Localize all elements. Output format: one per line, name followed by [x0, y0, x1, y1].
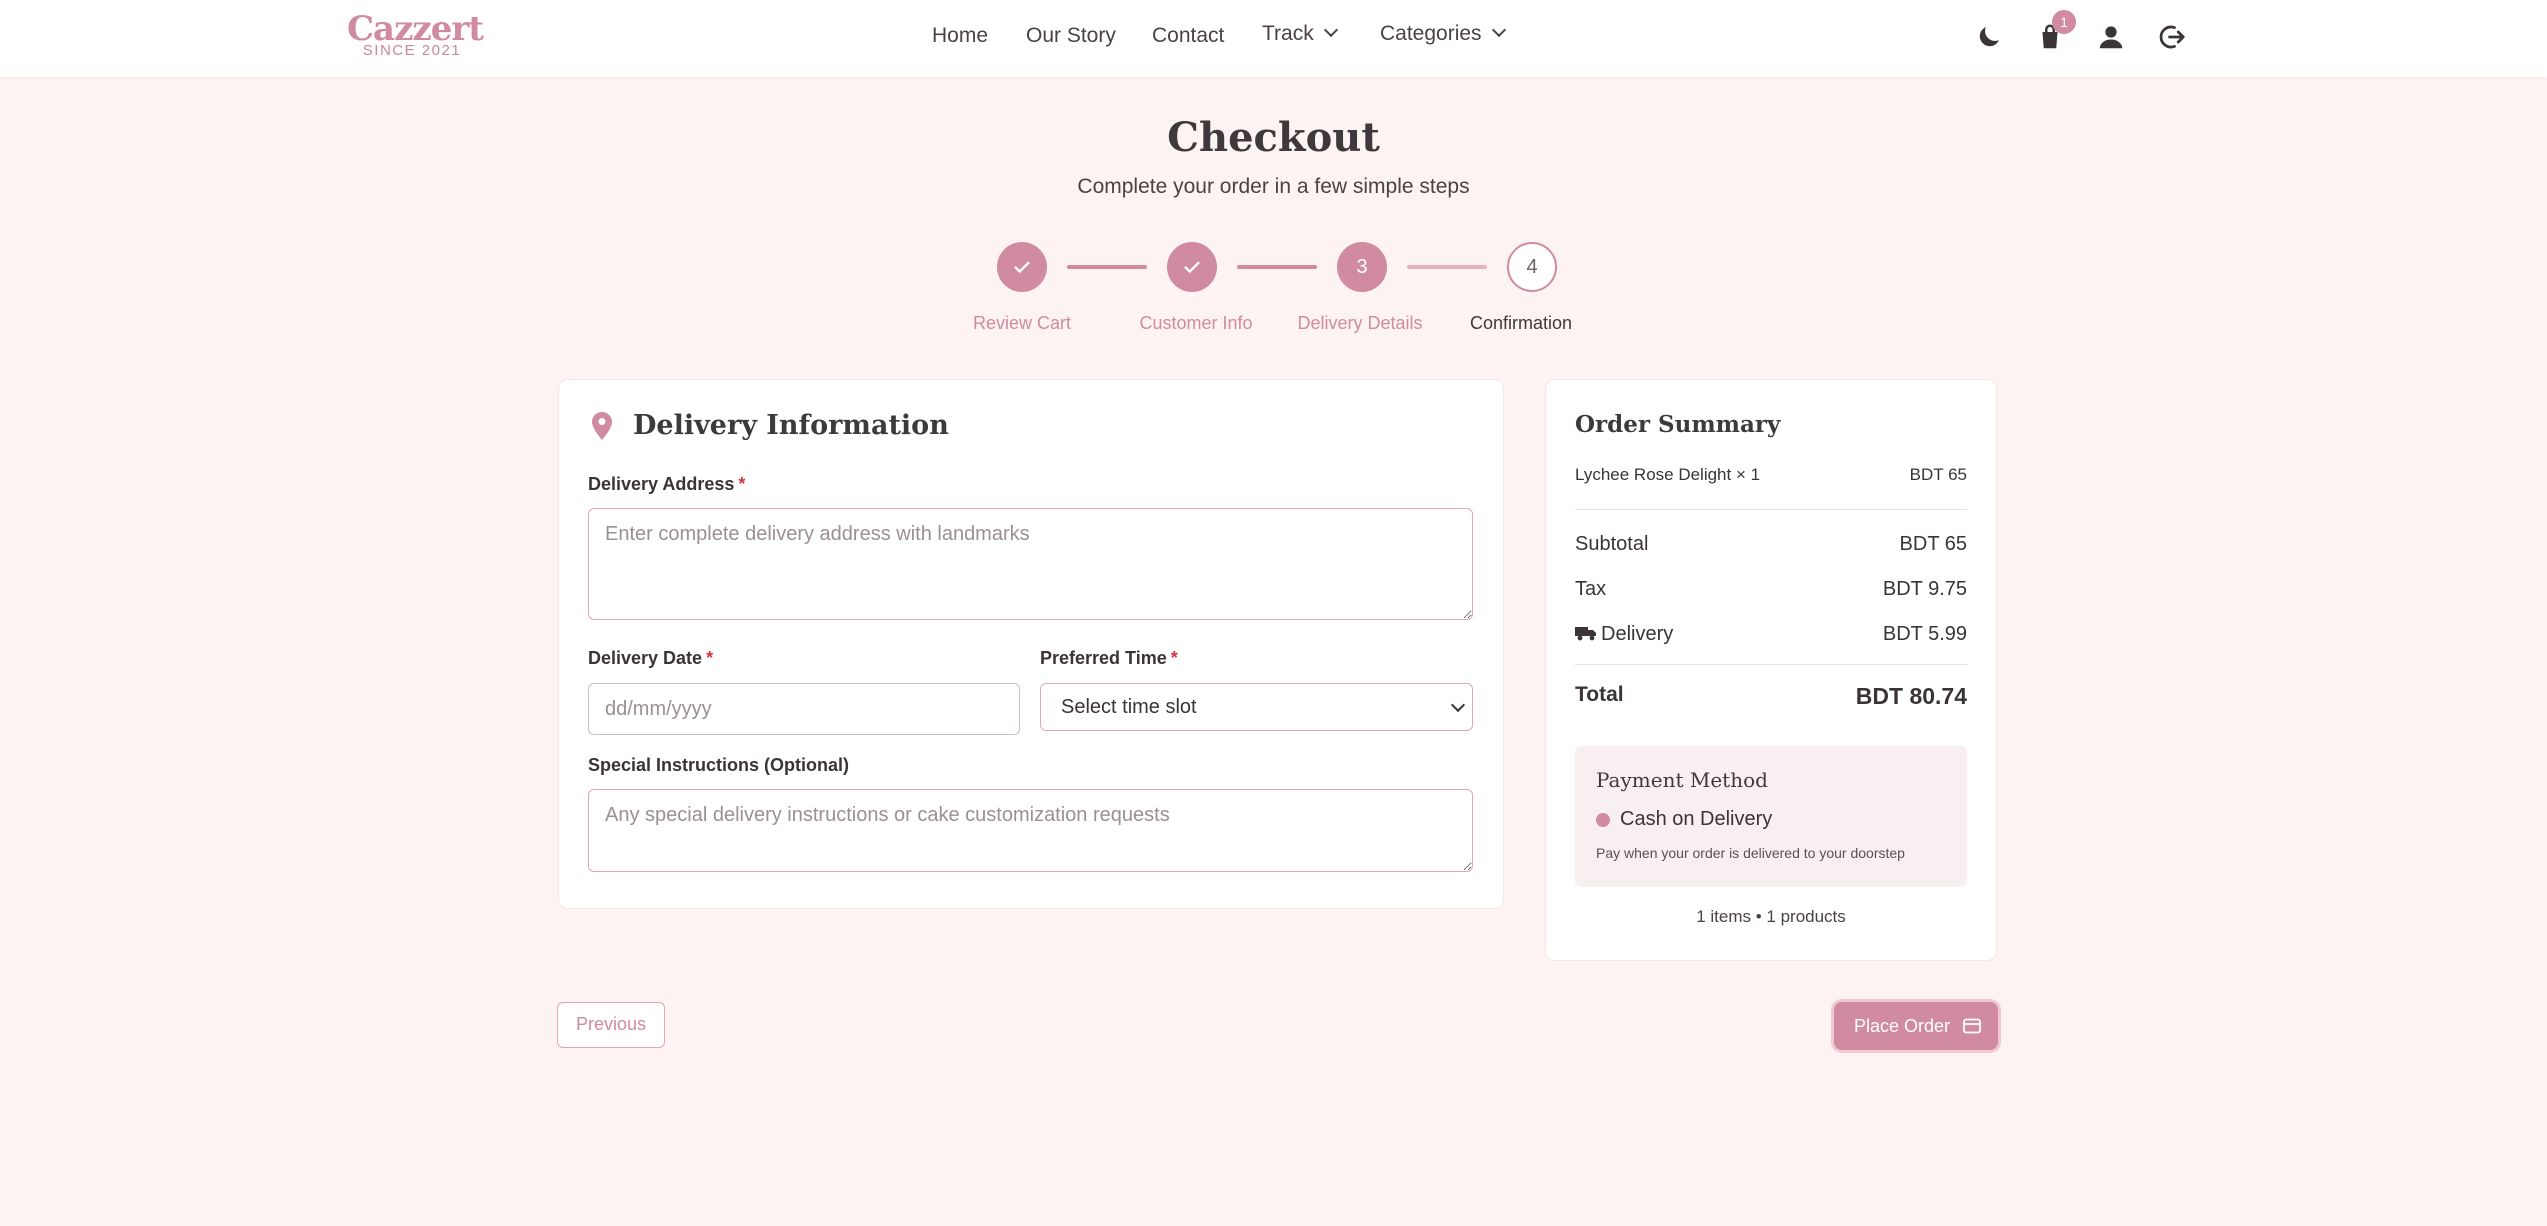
special-instructions-input[interactable]: [588, 789, 1473, 872]
total-label: Total: [1575, 683, 1624, 706]
step-connector-3: [1407, 265, 1487, 269]
nav-contact[interactable]: Contact: [1152, 24, 1224, 48]
credit-card-icon: [1963, 1018, 1981, 1034]
chevron-down-icon: [1323, 22, 1338, 38]
summary-divider: [1575, 509, 1967, 510]
total-row: Total BDT 80.74: [1575, 683, 1967, 710]
brand-tagline: SINCE 2021: [362, 42, 462, 59]
payment-radio-selected[interactable]: [1596, 813, 1610, 827]
cart-count-badge: 1: [2052, 10, 2076, 34]
logout-icon[interactable]: [2157, 22, 2187, 52]
delivery-date-label: Delivery Date *: [588, 648, 713, 669]
tax-value: BDT 9.75: [1882, 578, 1967, 600]
truck-icon: [1575, 627, 1596, 641]
step-4-circle: 4: [1507, 242, 1557, 292]
step-3-circle: 3: [1337, 242, 1387, 292]
step-4-label: Confirmation: [1469, 313, 1573, 333]
nav-categories[interactable]: Categories: [1380, 22, 1506, 46]
previous-button[interactable]: Previous: [557, 1002, 665, 1048]
step-1-label: Review Cart: [972, 313, 1072, 333]
step-1-circle: [997, 242, 1047, 292]
tax-label: Tax: [1575, 578, 1607, 600]
nav-our-story[interactable]: Our Story: [1026, 24, 1116, 48]
delivery-address-label: Delivery Address *: [588, 474, 745, 495]
payment-note: Pay when your order is delivered to your…: [1596, 845, 1905, 861]
delivery-date-input[interactable]: [588, 683, 1020, 735]
check-icon: [1184, 261, 1200, 273]
delivery-fee-label-group: Delivery: [1575, 623, 1673, 646]
step-2-label: Customer Info: [1139, 313, 1253, 333]
map-pin-icon: [592, 412, 612, 440]
delivery-fee-row: Delivery BDT 5.99: [1575, 623, 1967, 646]
check-icon: [1014, 261, 1030, 273]
page-title: Checkout: [1167, 114, 1380, 161]
step-2-circle: [1167, 242, 1217, 292]
summary-counts: 1 items • 1 products: [1696, 907, 1846, 926]
delivery-fee-label: Delivery: [1601, 623, 1674, 645]
total-value: BDT 80.74: [1855, 683, 1967, 709]
brand-logo[interactable]: Cazzert SINCE 2021: [347, 10, 484, 59]
required-mark: *: [706, 648, 714, 668]
payment-option-label: Cash on Delivery: [1620, 808, 1773, 830]
preferred-time-label-text: Preferred Time: [1040, 648, 1167, 668]
chevron-down-icon: [1491, 22, 1506, 38]
nav-track[interactable]: Track: [1262, 22, 1338, 46]
delivery-date-label-text: Delivery Date: [588, 648, 703, 668]
required-mark: *: [1170, 648, 1178, 668]
top-navbar: Cazzert SINCE 2021 Home Our Story Contac…: [0, 0, 2547, 77]
summary-item-name: Lychee Rose Delight × 1: [1575, 465, 1761, 484]
summary-item-row: Lychee Rose Delight × 1 BDT 65: [1575, 465, 1967, 485]
tax-row: Tax BDT 9.75: [1575, 578, 1967, 601]
preferred-time-label: Preferred Time *: [1040, 648, 1178, 669]
payment-method-title: Payment Method: [1596, 768, 1768, 792]
preferred-time-selected-value: Select time slot: [1061, 696, 1197, 718]
subtotal-value: BDT 65: [1899, 533, 1967, 555]
subtotal-label: Subtotal: [1575, 533, 1649, 555]
summary-divider: [1575, 664, 1967, 665]
nav-categories-label: Categories: [1380, 22, 1482, 45]
step-connector-2: [1237, 265, 1317, 269]
delivery-address-label-text: Delivery Address: [588, 474, 735, 494]
place-order-label: Place Order: [1854, 1016, 1951, 1036]
step-3-label: Delivery Details: [1297, 313, 1423, 333]
step-connector-1: [1067, 265, 1147, 269]
moon-icon[interactable]: [1974, 22, 2004, 52]
user-icon[interactable]: [2096, 22, 2126, 52]
place-order-button[interactable]: Place Order: [1834, 1002, 1998, 1050]
page-subtitle: Complete your order in a few simple step…: [1077, 175, 1470, 198]
required-mark: *: [738, 474, 746, 494]
nav-home[interactable]: Home: [932, 24, 988, 48]
delivery-address-input[interactable]: [588, 508, 1473, 620]
delivery-fee-value: BDT 5.99: [1882, 623, 1967, 645]
preferred-time-select[interactable]: Select time slot: [1040, 683, 1473, 731]
summary-item-price: BDT 65: [1909, 465, 1967, 484]
special-instructions-label: Special Instructions (Optional): [588, 755, 850, 775]
subtotal-row: Subtotal BDT 65: [1575, 533, 1967, 556]
delivery-section-title: Delivery Information: [633, 410, 949, 441]
nav-track-label: Track: [1262, 22, 1314, 45]
order-summary-title: Order Summary: [1575, 411, 1781, 438]
